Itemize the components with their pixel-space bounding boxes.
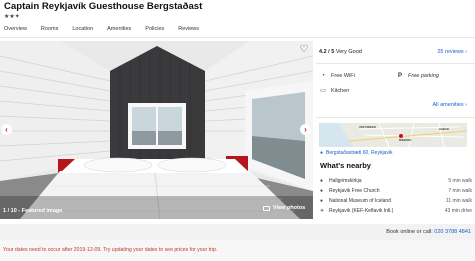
plane-icon: ✈ <box>320 208 325 214</box>
tab-rooms[interactable]: Rooms <box>41 26 58 32</box>
amenity-kitchen-label: Kitchen <box>331 87 350 94</box>
nearby-heading: What's nearby <box>320 161 371 170</box>
previous-photo-button[interactable]: ‹ <box>1 124 12 135</box>
rating-score: 4.2 / 5 <box>319 49 335 55</box>
amenity-wifi-label: Free WiFi <box>331 73 355 79</box>
photo-gallery[interactable]: ‹ › ♡ 1 / 10 - Featured image View photo… <box>0 41 313 219</box>
amenity-parking-label: Free parking <box>408 73 439 79</box>
place-distance: 7 min walk <box>448 188 472 194</box>
address-text: Bergstaðastræti 60, Reykjavik <box>326 150 393 156</box>
next-photo-button[interactable]: › <box>300 124 311 135</box>
booking-phone-link[interactable]: 020 3788 4841 <box>434 229 471 235</box>
place-name: National Museum of Iceland <box>329 198 391 204</box>
map-graphic <box>319 123 467 147</box>
section-tabs: Overview Rooms Location Amenities Polici… <box>4 26 213 32</box>
tab-overview[interactable]: Overview <box>4 26 27 32</box>
rating-label: Very Good <box>335 49 362 55</box>
nearby-place: ● Hallgrimskirkja 5 min walk <box>320 178 472 184</box>
favorite-heart-icon[interactable]: ♡ <box>298 44 310 56</box>
place-distance: 43 min drive <box>444 208 472 214</box>
guest-rating: 4.2 / 5 Very Good <box>319 49 362 55</box>
place-name: Reykjavik Free Church <box>329 188 380 194</box>
booking-text: Book online or call: <box>386 229 433 235</box>
amenity-kitchen: ▭ Kitchen <box>319 87 350 95</box>
pin-icon: ● <box>320 188 324 194</box>
view-photos-button[interactable]: View photos <box>263 205 305 211</box>
nearby-place: ● National Museum of Iceland 11 min walk <box>320 198 472 204</box>
map-pin-icon: ● <box>320 150 324 156</box>
tab-policies[interactable]: Policies <box>145 26 164 32</box>
nearby-place: ✈ Reykjavik (KEF-Keflavik Intl.) 43 min … <box>320 208 472 214</box>
reviews-link[interactable]: 25 reviews › <box>437 49 467 55</box>
map-label-hlidar: HLÍÐAR <box>439 128 449 131</box>
place-name: Hallgrimskirkja <box>329 178 362 184</box>
booking-bar: Book online or call: 020 3788 4841 <box>0 224 475 240</box>
date-notice-text: Your dates need to occur after 2019-12-0… <box>3 247 218 253</box>
booking-contact: Book online or call: 020 3788 4841 <box>386 229 471 235</box>
rating-divider <box>316 63 475 64</box>
tab-location[interactable]: Location <box>72 26 93 32</box>
location-map[interactable]: VESTURBÆR MIÐBORG HLÍÐAR <box>319 123 467 147</box>
camera-icon <box>263 205 270 211</box>
tab-amenities[interactable]: Amenities <box>107 26 131 32</box>
pin-icon: ● <box>320 178 324 184</box>
map-label-vesturbaer: VESTURBÆR <box>359 126 376 129</box>
info-panel: 4.2 / 5 Very Good 25 reviews › ◔ Free Wi… <box>316 41 475 219</box>
wifi-icon: ◔ <box>321 73 325 79</box>
amenity-wifi: ◔ Free WiFi <box>319 73 355 79</box>
all-amenities-link[interactable]: All amenities › <box>432 102 467 108</box>
tab-reviews[interactable]: Reviews <box>178 26 199 32</box>
place-distance: 11 min walk <box>445 198 472 204</box>
amenity-parking: P Free parking <box>396 73 439 79</box>
pin-icon: ● <box>320 198 324 204</box>
photo-counter: 1 / 10 - Featured image <box>3 208 63 214</box>
address-link[interactable]: ● Bergstaðastræti 60, Reykjavik <box>320 150 392 156</box>
kitchen-icon: ▭ <box>320 88 326 94</box>
featured-photo <box>0 41 313 219</box>
date-notice-bar: Your dates need to occur after 2019-12-0… <box>0 240 475 261</box>
tabs-divider <box>0 37 475 38</box>
view-photos-label: View photos <box>273 205 306 211</box>
hotel-title: Captain Reykjavík Guesthouse Bergstaðast <box>4 1 203 12</box>
parking-icon: P <box>397 73 402 79</box>
nearby-place: ● Reykjavik Free Church 7 min walk <box>320 188 472 194</box>
amenities-divider <box>316 117 475 118</box>
place-name: Reykjavik (KEF-Keflavik Intl.) <box>329 208 394 214</box>
place-distance: 5 min walk <box>448 178 472 184</box>
map-label-midborg: MIÐBORG <box>399 139 412 142</box>
star-rating: ★★✦ <box>4 14 20 20</box>
